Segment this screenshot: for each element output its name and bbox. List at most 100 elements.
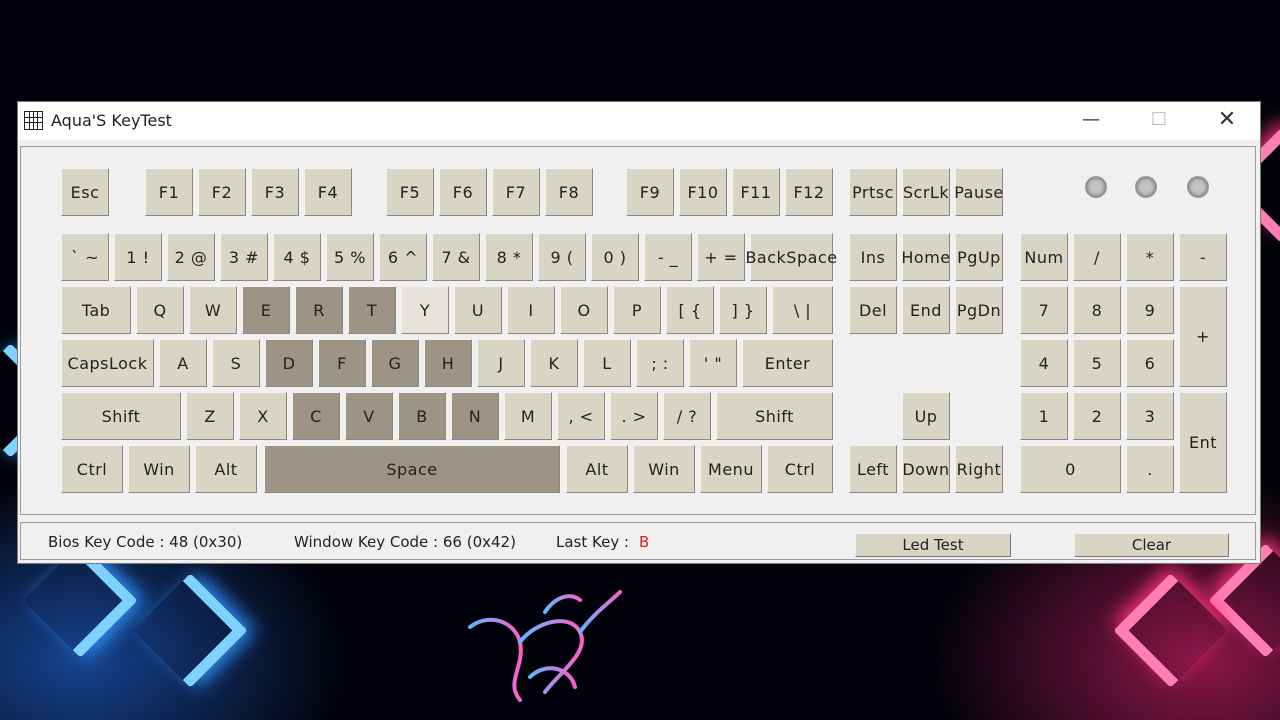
key-numenter[interactable]: Ent <box>1179 392 1227 493</box>
key-f1[interactable]: F1 <box>145 168 193 216</box>
key-numsub[interactable]: - <box>1179 233 1227 281</box>
key-b[interactable]: B <box>398 392 446 440</box>
key-f10[interactable]: F10 <box>679 168 727 216</box>
key-f3[interactable]: F3 <box>251 168 299 216</box>
key-num0[interactable]: 0 <box>1020 445 1121 493</box>
key-u[interactable]: U <box>454 286 502 334</box>
key-pgup[interactable]: PgUp <box>955 233 1003 281</box>
key-q[interactable]: Q <box>136 286 184 334</box>
key-enter[interactable]: Enter <box>742 339 833 387</box>
key-f2[interactable]: F2 <box>198 168 246 216</box>
key-lalt[interactable]: Alt <box>195 445 257 493</box>
clear-button[interactable]: Clear <box>1074 533 1229 557</box>
key-k[interactable]: K <box>530 339 578 387</box>
key-end[interactable]: End <box>902 286 950 334</box>
title-bar[interactable]: Aqua'S KeyTest — ☐ ✕ <box>18 102 1260 140</box>
key-left[interactable]: Left <box>849 445 897 493</box>
key-comma[interactable]: , < <box>557 392 605 440</box>
key-pgdn[interactable]: PgDn <box>955 286 1003 334</box>
key-lshift[interactable]: Shift <box>61 392 181 440</box>
key-num8[interactable]: 8 <box>1073 286 1121 334</box>
key-5[interactable]: 5 % <box>326 233 374 281</box>
key-t[interactable]: T <box>348 286 396 334</box>
key-1[interactable]: 1 ! <box>114 233 162 281</box>
key-num2[interactable]: 2 <box>1073 392 1121 440</box>
key-v[interactable]: V <box>345 392 393 440</box>
key-backspace[interactable]: BackSpace <box>745 233 837 281</box>
key-down[interactable]: Down <box>902 445 950 493</box>
key-capslock[interactable]: CapsLock <box>61 339 154 387</box>
key-m[interactable]: M <box>504 392 552 440</box>
key-num7[interactable]: 7 <box>1020 286 1068 334</box>
key-rbracket[interactable]: ] } <box>719 286 767 334</box>
key-g[interactable]: G <box>371 339 419 387</box>
key-minus[interactable]: - _ <box>644 233 692 281</box>
key-e[interactable]: E <box>242 286 290 334</box>
key-scrlk[interactable]: ScrLk <box>902 168 950 216</box>
key-tab[interactable]: Tab <box>61 286 131 334</box>
key-f4[interactable]: F4 <box>304 168 352 216</box>
key-num1[interactable]: 1 <box>1020 392 1068 440</box>
key-numdot[interactable]: . <box>1126 445 1174 493</box>
key-i[interactable]: I <box>507 286 555 334</box>
key-8[interactable]: 8 * <box>485 233 533 281</box>
key-f[interactable]: F <box>318 339 366 387</box>
key-o[interactable]: O <box>560 286 608 334</box>
key-f11[interactable]: F11 <box>732 168 780 216</box>
key-right[interactable]: Right <box>955 445 1003 493</box>
key-rwin[interactable]: Win <box>633 445 695 493</box>
key-num6[interactable]: 6 <box>1126 339 1174 387</box>
key-l[interactable]: L <box>583 339 631 387</box>
key-n[interactable]: N <box>451 392 499 440</box>
close-button[interactable]: ✕ <box>1204 102 1250 140</box>
key-6[interactable]: 6 ^ <box>379 233 427 281</box>
key-rshift[interactable]: Shift <box>716 392 833 440</box>
key-menu[interactable]: Menu <box>700 445 762 493</box>
key-quote[interactable]: ' " <box>689 339 737 387</box>
maximize-button[interactable]: ☐ <box>1136 102 1182 140</box>
key-del[interactable]: Del <box>849 286 897 334</box>
key-slash[interactable]: / ? <box>663 392 711 440</box>
key-lwin[interactable]: Win <box>128 445 190 493</box>
minimize-button[interactable]: — <box>1068 102 1114 140</box>
key-f6[interactable]: F6 <box>439 168 487 216</box>
key-equals[interactable]: + = <box>697 233 745 281</box>
key-lctrl[interactable]: Ctrl <box>61 445 123 493</box>
key-backtick[interactable]: ` ~ <box>61 233 109 281</box>
key-0[interactable]: 0 ) <box>591 233 639 281</box>
key-up[interactable]: Up <box>902 392 950 440</box>
key-c[interactable]: C <box>292 392 340 440</box>
key-x[interactable]: X <box>239 392 287 440</box>
key-f7[interactable]: F7 <box>492 168 540 216</box>
key-9[interactable]: 9 ( <box>538 233 586 281</box>
key-s[interactable]: S <box>212 339 260 387</box>
key-lbracket[interactable]: [ { <box>666 286 714 334</box>
key-rctrl[interactable]: Ctrl <box>767 445 833 493</box>
key-d[interactable]: D <box>265 339 313 387</box>
key-numdiv[interactable]: / <box>1073 233 1121 281</box>
key-prtsc[interactable]: Prtsc <box>849 168 897 216</box>
key-period[interactable]: . > <box>610 392 658 440</box>
key-num4[interactable]: 4 <box>1020 339 1068 387</box>
key-pause[interactable]: Pause <box>954 168 1003 216</box>
key-f5[interactable]: F5 <box>386 168 434 216</box>
key-esc[interactable]: Esc <box>61 168 109 216</box>
key-h[interactable]: H <box>424 339 472 387</box>
key-j[interactable]: J <box>477 339 525 387</box>
key-7[interactable]: 7 & <box>432 233 480 281</box>
key-ralt[interactable]: Alt <box>566 445 628 493</box>
key-semicolon[interactable]: ; : <box>636 339 684 387</box>
key-f12[interactable]: F12 <box>785 168 833 216</box>
key-ins[interactable]: Ins <box>849 233 897 281</box>
key-home[interactable]: Home <box>901 233 950 281</box>
key-num3[interactable]: 3 <box>1126 392 1174 440</box>
key-3[interactable]: 3 # <box>220 233 268 281</box>
key-num9[interactable]: 9 <box>1126 286 1174 334</box>
key-numlock[interactable]: Num <box>1020 233 1068 281</box>
key-f9[interactable]: F9 <box>626 168 674 216</box>
key-4[interactable]: 4 $ <box>273 233 321 281</box>
key-space[interactable]: Space <box>264 445 560 493</box>
key-numadd[interactable]: + <box>1179 286 1227 387</box>
key-y[interactable]: Y <box>401 286 449 334</box>
key-2[interactable]: 2 @ <box>167 233 215 281</box>
